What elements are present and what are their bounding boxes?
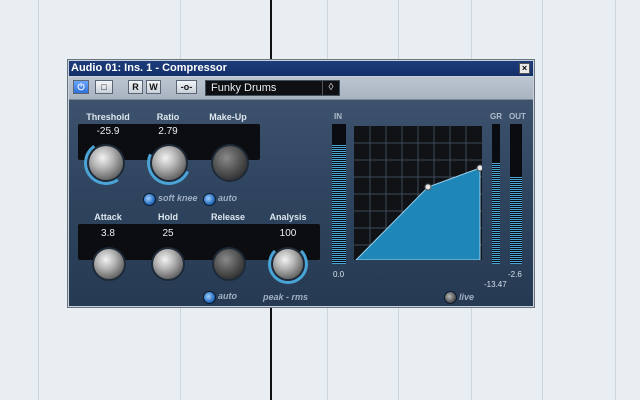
bypass-button[interactable]: □ [95,80,113,94]
threshold-knob[interactable] [80,137,132,189]
release-auto-toggle[interactable] [203,291,216,304]
release-knob[interactable] [214,249,244,279]
read-automation-button[interactable]: R [128,80,143,94]
out-meter-label: OUT [509,112,526,121]
makeup-auto-toggle[interactable] [203,193,216,206]
makeup-auto-label: auto [218,193,237,203]
analysis-mode-label: peak - rms [263,292,309,302]
ratio-handle[interactable] [476,164,482,172]
output-meter-level [510,177,522,264]
power-button[interactable]: ⏻ [73,80,89,94]
analysis-knob[interactable] [268,244,308,284]
analysis-value[interactable]: 100 [258,228,318,239]
window-titlebar[interactable]: Audio 01: Ins. 1 - Compressor × [69,61,533,76]
makeup-label: Make-Up [209,112,247,122]
hold-knob[interactable] [153,249,183,279]
soft-knee-toggle[interactable] [143,193,156,206]
live-label: live [459,292,475,302]
output-meter [510,124,522,264]
gr-meter-label: GR [490,112,502,121]
routing-button[interactable]: -o- [176,80,197,94]
hold-value[interactable]: 25 [138,228,198,239]
plugin-toolbar: ⏻ □ R W -o- Funky Drums ◊ [69,77,533,100]
threshold-handle[interactable] [424,183,432,191]
preset-selector[interactable]: Funky Drums ◊ [205,80,340,96]
input-peak-value: 0.0 [333,270,345,279]
threshold-value[interactable]: -25.9 [78,126,138,137]
attack-value[interactable]: 3.8 [78,228,138,239]
gain-reduction-value: -13.47 [484,280,507,289]
input-meter-level [332,145,346,264]
ratio-value[interactable]: 2.79 [138,126,198,137]
release-label: Release [210,212,246,222]
preset-menu-icon[interactable]: ◊ [322,81,339,95]
gain-reduction-level [492,163,500,264]
transfer-curve-graph[interactable] [354,126,482,260]
compressor-plugin-window: Audio 01: Ins. 1 - Compressor × ⏻ □ R W … [67,59,535,308]
makeup-knob[interactable] [213,146,247,180]
soft-knee-label: soft knee [158,193,198,203]
close-button[interactable]: × [519,63,530,74]
gain-reduction-meter [492,124,500,264]
attack-knob[interactable] [94,249,124,279]
release-auto-label: auto [218,291,237,301]
window-title: Audio 01: Ins. 1 - Compressor [71,62,227,74]
hold-label: Hold [158,212,178,222]
ratio-knob[interactable] [140,134,198,192]
live-toggle[interactable] [444,291,457,304]
input-meter [332,124,346,264]
ratio-label: Ratio [156,112,180,122]
preset-name: Funky Drums [211,82,277,94]
threshold-label: Threshold [86,112,130,122]
attack-label: Attack [94,212,122,222]
write-automation-button[interactable]: W [146,80,161,94]
analysis-label: Analysis [269,212,307,222]
in-meter-label: IN [334,112,342,121]
output-peak-value: -2.6 [508,270,522,279]
